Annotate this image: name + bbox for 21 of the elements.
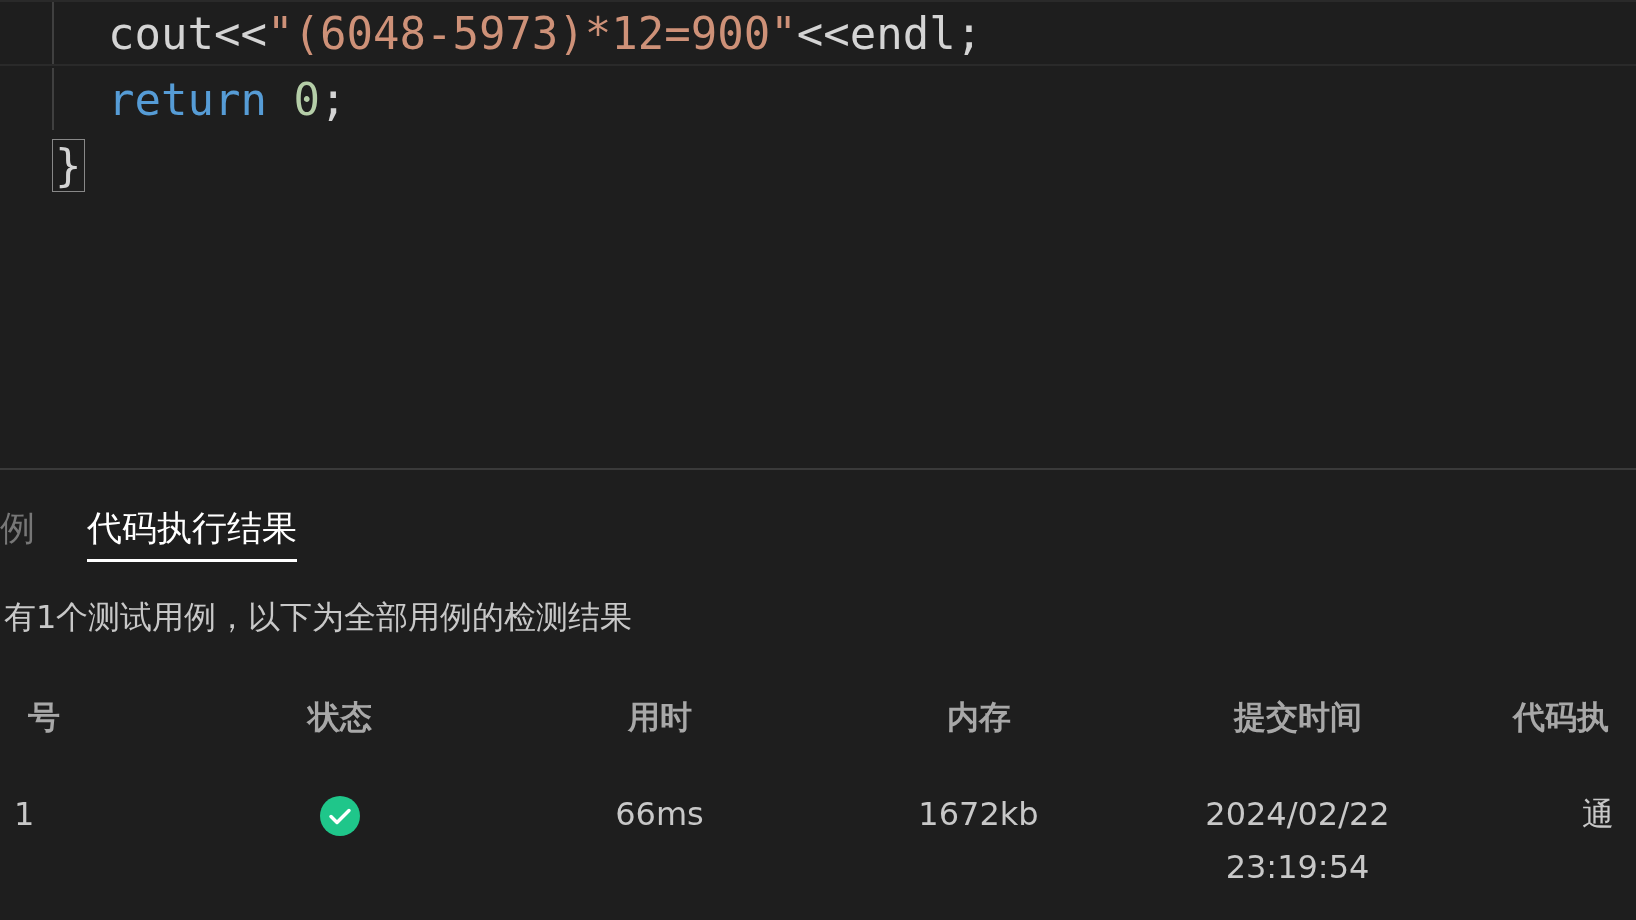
- result-tab[interactable]: 例: [0, 504, 35, 562]
- code-token: ;: [319, 73, 347, 125]
- code-token: "(6048-5973)*12=900": [266, 7, 797, 59]
- column-header: 状态: [308, 697, 372, 738]
- column-header: 代码执: [1511, 697, 1609, 738]
- table-cell-text: 1672kb: [918, 794, 1039, 835]
- code-token: return: [108, 73, 268, 125]
- code-token: cout<<: [108, 7, 267, 59]
- table-cell-text: 通: [1581, 794, 1614, 835]
- column-header: 内存: [946, 697, 1011, 738]
- table-cell-text: 2024/02/22 23:19:54: [1205, 794, 1390, 888]
- code-token: 0: [293, 73, 320, 125]
- column-header: 用时: [627, 697, 692, 738]
- column-header: 提交时间: [1233, 697, 1362, 738]
- table-cell-text: 1: [13, 794, 35, 835]
- code-bracket: }: [52, 138, 85, 192]
- summary-text: 有1个测试用例，以下为全部用例的检测结果: [3, 597, 634, 638]
- table-cell-text: 66ms: [615, 794, 704, 835]
- result-tab[interactable]: 代码执行结果: [87, 504, 297, 562]
- column-header: 号: [27, 697, 60, 738]
- code-token: <<endl;: [796, 7, 983, 59]
